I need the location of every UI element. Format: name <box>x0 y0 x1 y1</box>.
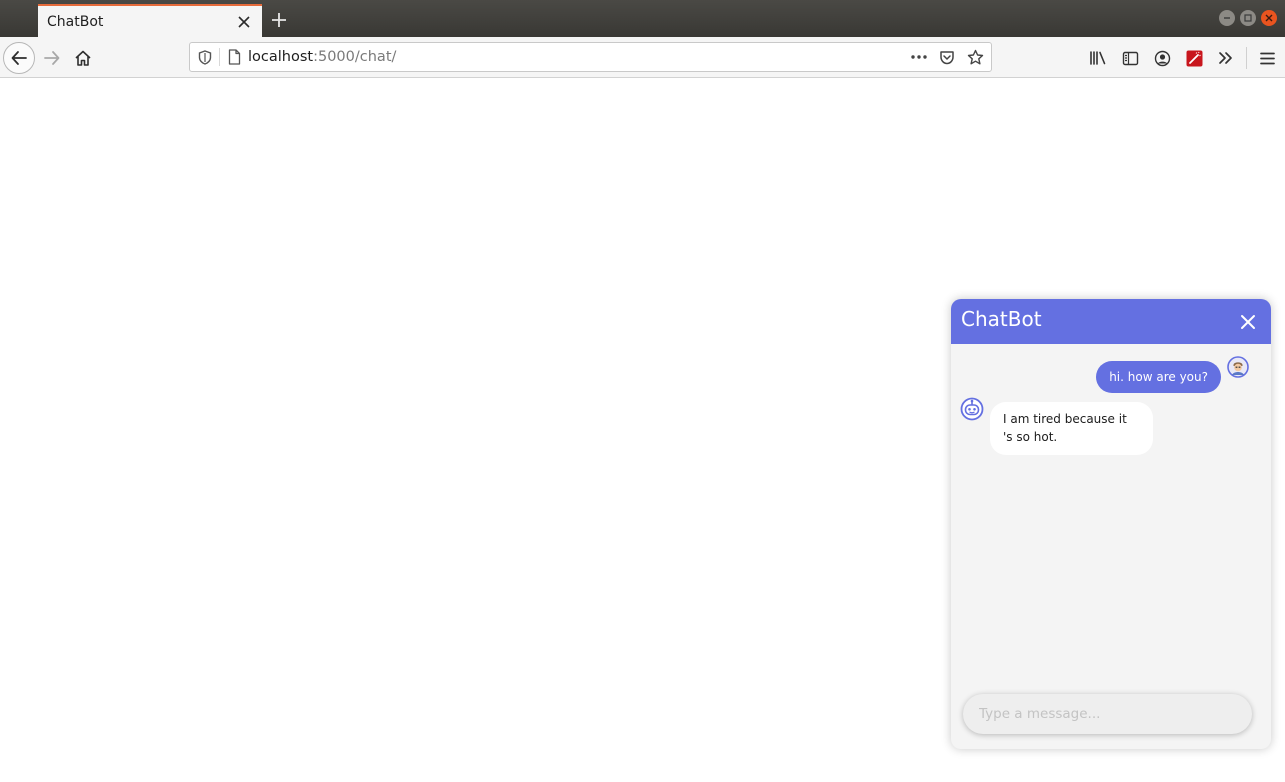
close-icon[interactable] <box>236 14 252 30</box>
user-message: hi. how are you? <box>1096 361 1221 393</box>
maximize-icon[interactable] <box>1240 10 1256 26</box>
arrow-left-icon[interactable] <box>3 42 35 74</box>
url-actions <box>909 47 985 67</box>
home-icon[interactable] <box>68 43 98 73</box>
tab-chatbot[interactable]: ChatBot <box>38 4 262 37</box>
chat-title: ChatBot <box>961 306 1042 331</box>
plus-icon[interactable] <box>268 9 290 31</box>
library-icon[interactable] <box>1086 46 1110 70</box>
close-icon[interactable] <box>1237 311 1259 333</box>
sidebar-icon[interactable] <box>1118 46 1142 70</box>
url-host: localhost <box>248 49 314 65</box>
url-separator <box>219 48 220 66</box>
chevron-double-right-icon[interactable] <box>1214 46 1238 70</box>
message-input[interactable] <box>963 694 1252 734</box>
arrow-right-icon[interactable] <box>37 43 67 73</box>
more-dots-icon[interactable] <box>909 47 929 67</box>
page-icon[interactable] <box>224 47 244 67</box>
extension-icon[interactable] <box>1182 46 1206 70</box>
star-icon[interactable] <box>965 47 985 67</box>
browser-titlebar: ChatBot <box>0 0 1285 37</box>
bot-message: I am tired because it 's so hot. <box>990 402 1153 455</box>
window-controls <box>1219 10 1277 26</box>
shield-icon[interactable] <box>195 47 215 67</box>
tab-title: ChatBot <box>47 13 104 30</box>
toolbar-separator <box>1246 47 1247 69</box>
navigation-toolbar: localhost:5000/chat/ <box>0 37 1285 78</box>
chat-header: ChatBot <box>951 299 1271 344</box>
url-text[interactable]: localhost:5000/chat/ <box>248 49 909 65</box>
pocket-icon[interactable] <box>937 47 957 67</box>
robot-avatar-icon <box>960 397 984 421</box>
hamburger-menu-icon[interactable] <box>1255 46 1279 70</box>
account-icon[interactable] <box>1150 46 1174 70</box>
minimize-icon[interactable] <box>1219 10 1235 26</box>
window-close-icon[interactable] <box>1261 10 1277 26</box>
url-path: :5000/chat/ <box>313 49 397 65</box>
user-avatar-icon <box>1227 356 1249 378</box>
chatbot-widget: ChatBot hi. how are you? I am tired beca… <box>951 299 1271 749</box>
url-bar[interactable]: localhost:5000/chat/ <box>189 42 992 72</box>
